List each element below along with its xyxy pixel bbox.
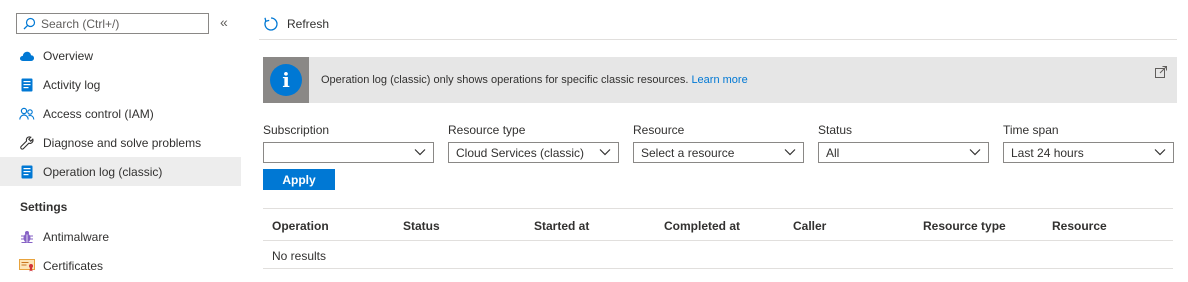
settings-section-header: Settings: [20, 200, 68, 214]
dropdown-value: Select a resource: [641, 145, 735, 160]
cloud-icon: [19, 48, 35, 64]
apply-button[interactable]: Apply: [263, 169, 335, 190]
search-icon: [23, 17, 36, 30]
people-icon: [19, 106, 35, 122]
info-message: Operation log (classic) only shows opera…: [321, 74, 689, 86]
search-placeholder: Search (Ctrl+/): [41, 16, 120, 31]
column-header-started-at[interactable]: Started at: [534, 219, 589, 233]
sidebar-item-label: Overview: [43, 48, 94, 63]
table-header-divider: [263, 240, 1173, 241]
column-header-operation[interactable]: Operation: [272, 219, 329, 233]
toolbar-divider: [259, 39, 1177, 40]
search-input[interactable]: Search (Ctrl+/): [16, 13, 209, 34]
sidebar-item-antimalware[interactable]: Antimalware: [0, 222, 241, 251]
info-banner: i Operation log (classic) only shows ope…: [263, 57, 1177, 103]
info-icon: i: [270, 64, 302, 96]
sidebar-item-label: Diagnose and solve problems: [43, 135, 202, 150]
chevron-down-icon: [969, 149, 981, 156]
info-icon-box: i: [263, 57, 309, 103]
sidebar-item-label: Activity log: [43, 77, 101, 92]
refresh-label: Refresh: [287, 17, 330, 31]
sidebar-item-diagnose[interactable]: Diagnose and solve problems: [0, 128, 241, 157]
refresh-icon: [263, 16, 279, 32]
filter-label: Subscription: [263, 123, 330, 137]
sidebar-item-activity-log[interactable]: Activity log: [0, 70, 241, 99]
sidebar-item-access-control[interactable]: Access control (IAM): [0, 99, 241, 128]
status-filter: Status All: [818, 123, 989, 163]
external-link-icon[interactable]: [1155, 66, 1167, 78]
status-dropdown[interactable]: All: [818, 142, 989, 163]
subscription-dropdown[interactable]: [263, 142, 434, 163]
refresh-button[interactable]: Refresh: [263, 12, 329, 36]
column-header-resource[interactable]: Resource: [1052, 219, 1107, 233]
dropdown-value: Last 24 hours: [1011, 145, 1084, 160]
log-icon: [19, 77, 35, 93]
sidebar: Search (Ctrl+/) « Overview Activity log …: [0, 0, 241, 282]
subscription-filter: Subscription: [263, 123, 434, 163]
chevron-down-icon: [414, 149, 426, 156]
table-top-border: [263, 208, 1173, 209]
column-header-caller[interactable]: Caller: [793, 219, 826, 233]
wrench-icon: [19, 135, 35, 151]
filter-label: Time span: [1003, 123, 1059, 137]
empty-state-text: No results: [272, 249, 327, 263]
main-content: Refresh i Operation log (classic) only s…: [259, 0, 1188, 282]
bug-icon: [19, 229, 35, 245]
column-header-completed-at[interactable]: Completed at: [664, 219, 740, 233]
sidebar-item-overview[interactable]: Overview: [0, 41, 241, 70]
dropdown-value: Cloud Services (classic): [456, 145, 585, 160]
sidebar-item-label: Access control (IAM): [43, 106, 154, 121]
log-icon: [19, 164, 35, 180]
filter-label: Resource: [633, 123, 685, 137]
time-span-dropdown[interactable]: Last 24 hours: [1003, 142, 1174, 163]
sidebar-item-operation-log[interactable]: Operation log (classic): [0, 157, 241, 186]
collapse-sidebar-button[interactable]: «: [220, 14, 228, 30]
sidebar-item-label: Operation log (classic): [43, 164, 163, 179]
resource-dropdown[interactable]: Select a resource: [633, 142, 804, 163]
table-bottom-border: [263, 268, 1173, 269]
learn-more-link[interactable]: Learn more: [691, 74, 747, 86]
sidebar-item-certificates[interactable]: Certificates: [0, 251, 241, 280]
certificate-icon: [19, 258, 35, 274]
chevron-down-icon: [1154, 149, 1166, 156]
sidebar-item-label: Antimalware: [43, 229, 110, 244]
chevron-down-icon: [784, 149, 796, 156]
column-header-status[interactable]: Status: [403, 219, 440, 233]
sidebar-item-label: Certificates: [43, 258, 104, 273]
column-header-resource-type[interactable]: Resource type: [923, 219, 1006, 233]
filter-label: Resource type: [448, 123, 526, 137]
dropdown-value: All: [826, 145, 840, 160]
resource-filter: Resource Select a resource: [633, 123, 804, 163]
filter-label: Status: [818, 123, 853, 137]
resource-type-dropdown[interactable]: Cloud Services (classic): [448, 142, 619, 163]
time-span-filter: Time span Last 24 hours: [1003, 123, 1174, 163]
resource-type-filter: Resource type Cloud Services (classic): [448, 123, 619, 163]
chevron-down-icon: [599, 149, 611, 156]
